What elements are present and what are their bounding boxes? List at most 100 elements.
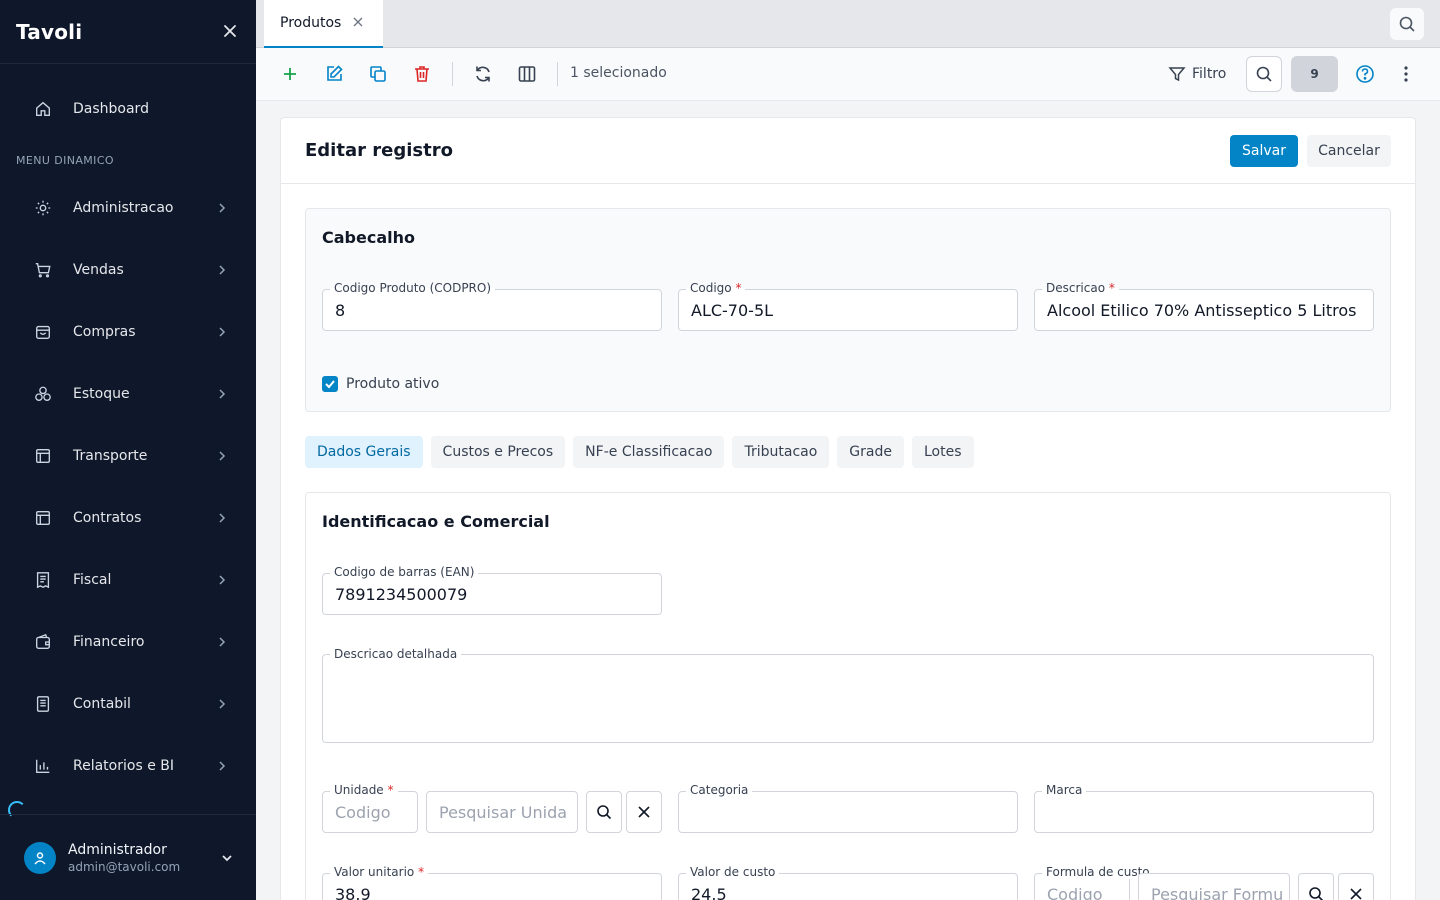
sidebar-item-dashboard[interactable]: Dashboard (0, 87, 256, 131)
cancel-button[interactable]: Cancelar (1307, 134, 1391, 167)
edit-button[interactable] (322, 62, 346, 86)
valor-unitario-label: Valor unitario * (330, 865, 429, 879)
more-options-button[interactable] (1396, 62, 1416, 86)
descricao-detalhada-textarea[interactable] (322, 654, 1374, 743)
copy-icon (370, 66, 386, 82)
user-name: Administrador (68, 841, 167, 858)
formula-custo-clear-button[interactable] (1338, 873, 1374, 900)
ean-input[interactable]: 7891234500079 (322, 573, 662, 615)
codigo-field: ALC-70-5L Codigo * (678, 281, 1018, 331)
produto-ativo-checkbox[interactable]: Produto ativo (322, 376, 439, 392)
sidebar: Tavoli Dashboard MENU DINAMICO Administr… (0, 0, 256, 900)
columns-icon (518, 66, 536, 82)
add-button[interactable] (278, 62, 302, 86)
user-menu[interactable]: Administrador admin@tavoli.com (0, 814, 256, 900)
refresh-button[interactable] (471, 62, 495, 86)
sidebar-item-estoque[interactable]: Estoque (0, 372, 256, 416)
sidebar-item-vendas[interactable]: Vendas (0, 248, 256, 292)
sidebar-item-contratos[interactable]: Contratos (0, 496, 256, 540)
marca-input[interactable] (1034, 791, 1374, 833)
chevron-right-icon (219, 761, 226, 771)
sidebar-section-label: MENU DINAMICO (16, 154, 114, 167)
tab-custos-precos[interactable]: Custos e Precos (430, 436, 566, 468)
sidebar-item-transporte[interactable]: Transporte (0, 434, 256, 478)
descricao-label: Descricao * (1042, 281, 1119, 295)
unidade-code-field: Codigo Unidade * (322, 783, 418, 833)
valor-custo-field: 24.5 Valor de custo (678, 865, 1018, 900)
unidade-code-input[interactable]: Codigo (322, 791, 418, 833)
unidade-search-button[interactable] (586, 791, 622, 833)
edit-icon (327, 65, 343, 81)
layout-icon (33, 446, 53, 466)
avatar (24, 841, 56, 874)
codpro-input[interactable]: 8 (322, 289, 662, 331)
checkbox-checked[interactable] (322, 376, 338, 392)
formula-custo-search-button[interactable] (1298, 873, 1334, 900)
tab-grade[interactable]: Grade (837, 436, 904, 468)
sidebar-item-label: Relatorios e BI (73, 758, 174, 774)
close-tab-icon[interactable] (353, 15, 363, 31)
boxes-icon (33, 384, 53, 404)
sidebar-item-financeiro[interactable]: Financeiro (0, 620, 256, 664)
wallet-icon (33, 632, 53, 652)
chevron-down-icon[interactable] (220, 851, 234, 865)
categoria-input[interactable] (678, 791, 1018, 833)
sidebar-item-label: Administracao (73, 200, 174, 216)
codigo-label: Codigo * (686, 281, 746, 295)
section-title: Cabecalho (322, 228, 415, 247)
record-count-badge[interactable]: 9 (1291, 56, 1338, 92)
sidebar-item-fiscal[interactable]: Fiscal (0, 558, 256, 602)
receipt-icon (33, 570, 53, 590)
chevron-right-icon (219, 451, 226, 461)
user-email: admin@tavoli.com (68, 859, 181, 874)
plus-icon (284, 68, 296, 80)
save-button[interactable]: Salvar (1230, 134, 1298, 167)
tab-dados-gerais[interactable]: Dados Gerais (305, 436, 423, 468)
sidebar-item-relatorios[interactable]: Relatorios e BI (0, 744, 256, 788)
main-content: Editar registro Salvar Cancelar Cabecalh… (256, 101, 1440, 900)
sidebar-header: Tavoli (0, 0, 256, 64)
unidade-search-input[interactable]: Pesquisar Unida (426, 791, 578, 833)
unidade-clear-button[interactable] (626, 791, 662, 833)
sidebar-item-label: Vendas (73, 262, 124, 278)
formula-custo-search-field: Pesquisar Formu (1138, 865, 1290, 900)
tab-tributacao[interactable]: Tributacao (732, 436, 830, 468)
filter-button[interactable]: Filtro (1168, 62, 1226, 86)
bar-chart-icon (33, 756, 53, 776)
search-icon (597, 805, 612, 820)
sidebar-item-contabil[interactable]: Contabil (0, 682, 256, 726)
help-button[interactable] (1353, 62, 1377, 86)
sidebar-item-label: Fiscal (73, 572, 112, 588)
descricao-input[interactable]: Alcool Etilico 70% Antisseptico 5 Litros (1034, 289, 1374, 331)
columns-button[interactable] (515, 62, 539, 86)
sidebar-item-compras[interactable]: Compras (0, 310, 256, 354)
section-title: Identificacao e Comercial (322, 512, 550, 531)
categoria-field: Categoria (678, 783, 1018, 833)
more-vertical-icon (1404, 66, 1408, 82)
search-button[interactable] (1246, 56, 1282, 92)
descricao-detalhada-field: Descricao detalhada (322, 647, 1374, 743)
chevron-right-icon (219, 637, 226, 647)
global-search-button[interactable] (1390, 8, 1424, 40)
form-tabs: Dados Gerais Custos e Precos NF-e Classi… (305, 436, 982, 468)
sidebar-item-label: Dashboard (73, 101, 149, 117)
descricao-field: Alcool Etilico 70% Antisseptico 5 Litros… (1034, 281, 1374, 331)
formula-custo-label: Formula de custo (1042, 865, 1154, 879)
delete-button[interactable] (410, 62, 434, 86)
tab-lotes[interactable]: Lotes (911, 436, 974, 468)
descricao-detalhada-label: Descricao detalhada (330, 647, 462, 661)
sidebar-item-administracao[interactable]: Administracao (0, 186, 256, 230)
toolbar-divider (557, 62, 558, 86)
tab-produtos[interactable]: Produtos (264, 0, 383, 48)
codigo-input[interactable]: ALC-70-5L (678, 289, 1018, 331)
sidebar-item-label: Compras (73, 324, 136, 340)
valor-unitario-field: 38.9 Valor unitario * (322, 865, 662, 900)
help-icon (1356, 65, 1374, 83)
close-icon[interactable] (222, 22, 238, 42)
tab-nfe-classificacao[interactable]: NF-e Classificacao (573, 436, 725, 468)
duplicate-button[interactable] (366, 62, 390, 86)
sidebar-item-label: Contabil (73, 696, 131, 712)
marca-label: Marca (1042, 783, 1087, 797)
edit-form-card: Editar registro Salvar Cancelar Cabecalh… (280, 117, 1416, 900)
formula-custo-search-input[interactable]: Pesquisar Formu (1138, 873, 1290, 900)
